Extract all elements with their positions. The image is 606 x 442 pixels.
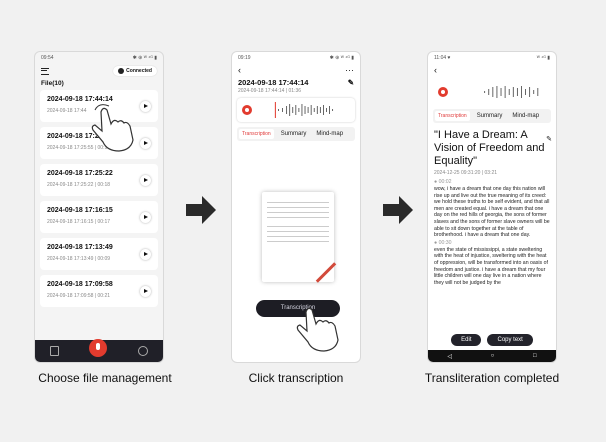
tap-hand-icon (91, 104, 134, 152)
tab-summary[interactable]: Summary (278, 129, 310, 139)
file-card[interactable]: 2024-09-18 17:16:15 2024-09-18 17:16:15 |… (40, 201, 158, 233)
file-meta: 2024-09-18 17:25:22 | 00:18 (47, 182, 111, 188)
tab-summary[interactable]: Summary (474, 111, 506, 121)
caption-step-2: Click transcription (248, 371, 344, 385)
file-title: 2024-09-18 17:44:14 (47, 96, 113, 103)
recording-title: 2024-09-18 17:44:14 (238, 78, 309, 87)
copy-text-button[interactable]: Copy text (487, 334, 533, 346)
file-meta: 2024-09-18 17:16:15 | 00:17 (47, 219, 111, 225)
back-icon[interactable]: ‹ (238, 65, 241, 75)
edit-pencil-icon[interactable]: ✎ (546, 133, 552, 146)
play-record-button[interactable] (438, 87, 448, 97)
transcript-paragraph: even the state of mississippi, a state s… (434, 246, 548, 286)
play-record-button[interactable] (242, 105, 252, 115)
view-tabs: Transcription Summary Mind-map (433, 109, 551, 123)
caption-step-1: Choose file management (38, 371, 172, 385)
transcript-paragraph: wow, i have a dream that one day this na… (434, 186, 550, 239)
connected-badge[interactable]: Connected (113, 66, 157, 76)
arrow-right-icon (383, 196, 413, 224)
connected-label: Connected (126, 68, 152, 74)
nav-home-icon[interactable]: ○ (491, 353, 495, 359)
play-icon[interactable] (140, 249, 151, 260)
status-bar: 09:54 ✱ ⊕ ᵂ ⁴ᴳ ▮ (35, 52, 163, 64)
edit-pencil-icon[interactable]: ✎ (348, 78, 354, 87)
play-icon[interactable] (140, 286, 151, 297)
transcript-title: "I Have a Dream: A Vision of Freedom and… (434, 129, 545, 167)
timestamp[interactable]: ● 00:30 (428, 239, 556, 247)
tab-transcription[interactable]: Transcription (435, 111, 470, 121)
tap-hand-icon (296, 307, 339, 352)
nav-recents-icon[interactable]: □ (533, 353, 537, 359)
file-card[interactable]: 2024-09-18 17:09:58 2024-09-18 17:09:58 |… (40, 275, 158, 307)
file-title: 2024-09-18 17:09:58 (47, 281, 113, 288)
status-icons: ✱ ⊕ ᵂ ⁴ᴳ ▮ (132, 55, 157, 61)
bottom-nav (35, 339, 163, 362)
phone-transcript-result: 11:04 ♥ ᵂ ⁴ᴳ ▮ ‹ Transcription Summary M… (428, 52, 556, 362)
status-bar: 11:04 ♥ ᵂ ⁴ᴳ ▮ (428, 52, 556, 64)
file-meta: 2024-09-18 17:09:58 | 00:21 (47, 293, 111, 299)
status-icons: ✱ ⊕ ᵂ ⁴ᴳ ▮ (329, 55, 354, 61)
waveform-icon (484, 86, 539, 98)
status-time: 09:19 (238, 55, 251, 61)
profile-tab-icon[interactable] (137, 346, 148, 356)
menu-icon[interactable] (41, 67, 49, 75)
tab-mind-map[interactable]: Mind-map (509, 111, 542, 121)
audio-player[interactable] (433, 80, 551, 104)
file-meta: 2024-09-18 17:13:49 | 00:09 (47, 256, 111, 262)
status-time: 09:54 (41, 55, 54, 61)
nav-back-icon[interactable]: ◁ (447, 353, 452, 360)
arrow-right-icon (186, 196, 216, 224)
status-time: 11:04 ♥ (434, 55, 451, 61)
play-icon[interactable] (140, 175, 151, 186)
back-icon[interactable]: ‹ (434, 65, 437, 75)
file-card[interactable]: 2024-09-18 17:13:49 2024-09-18 17:13:49 |… (40, 238, 158, 270)
device-icon (118, 68, 125, 74)
file-title: 2024-09-18 17:25:22 (47, 170, 113, 177)
phone-transcription: 09:19 ✱ ⊕ ᵂ ⁴ᴳ ▮ ‹ ··· 2024-09-18 17:44:… (232, 52, 360, 362)
document-illustration (262, 192, 337, 283)
record-mic-button[interactable] (89, 339, 108, 357)
system-nav-bar: ◁ ○ □ (428, 350, 556, 362)
file-list-title: File(10) (41, 80, 64, 87)
pen-icon (315, 262, 337, 283)
status-bar: 09:19 ✱ ⊕ ᵂ ⁴ᴳ ▮ (232, 52, 360, 64)
waveform-icon (274, 102, 334, 118)
phone-file-management: 09:54 ✱ ⊕ ᵂ ⁴ᴳ ▮ Connected File(10) 2024… (35, 52, 163, 362)
timestamp[interactable]: ● 00:02 (428, 178, 556, 186)
caption-step-3: Transliteration completed (424, 371, 560, 385)
audio-player[interactable] (237, 98, 355, 122)
file-title: 2024-09-18 17:13:49 (47, 244, 113, 251)
view-tabs: Transcription Summary Mind-map (237, 127, 355, 141)
file-card[interactable]: 2024-09-18 17:25:22 2024-09-18 17:25:22 |… (40, 164, 158, 196)
edit-button[interactable]: Edit (451, 334, 482, 346)
tab-mind-map[interactable]: Mind-map (313, 129, 346, 139)
status-icons: ᵂ ⁴ᴳ ▮ (536, 55, 550, 61)
recording-meta: 2024-09-18 17:44:14 | 01:36 (238, 88, 302, 94)
play-icon[interactable] (140, 212, 151, 223)
file-title: 2024-09-18 17:16:15 (47, 207, 113, 214)
transcript-meta: 2024-12-25 09:31:20 | 03:21 (434, 170, 498, 176)
more-icon[interactable]: ··· (345, 65, 354, 75)
files-tab-icon[interactable] (50, 346, 60, 356)
tab-transcription[interactable]: Transcription (239, 129, 274, 139)
